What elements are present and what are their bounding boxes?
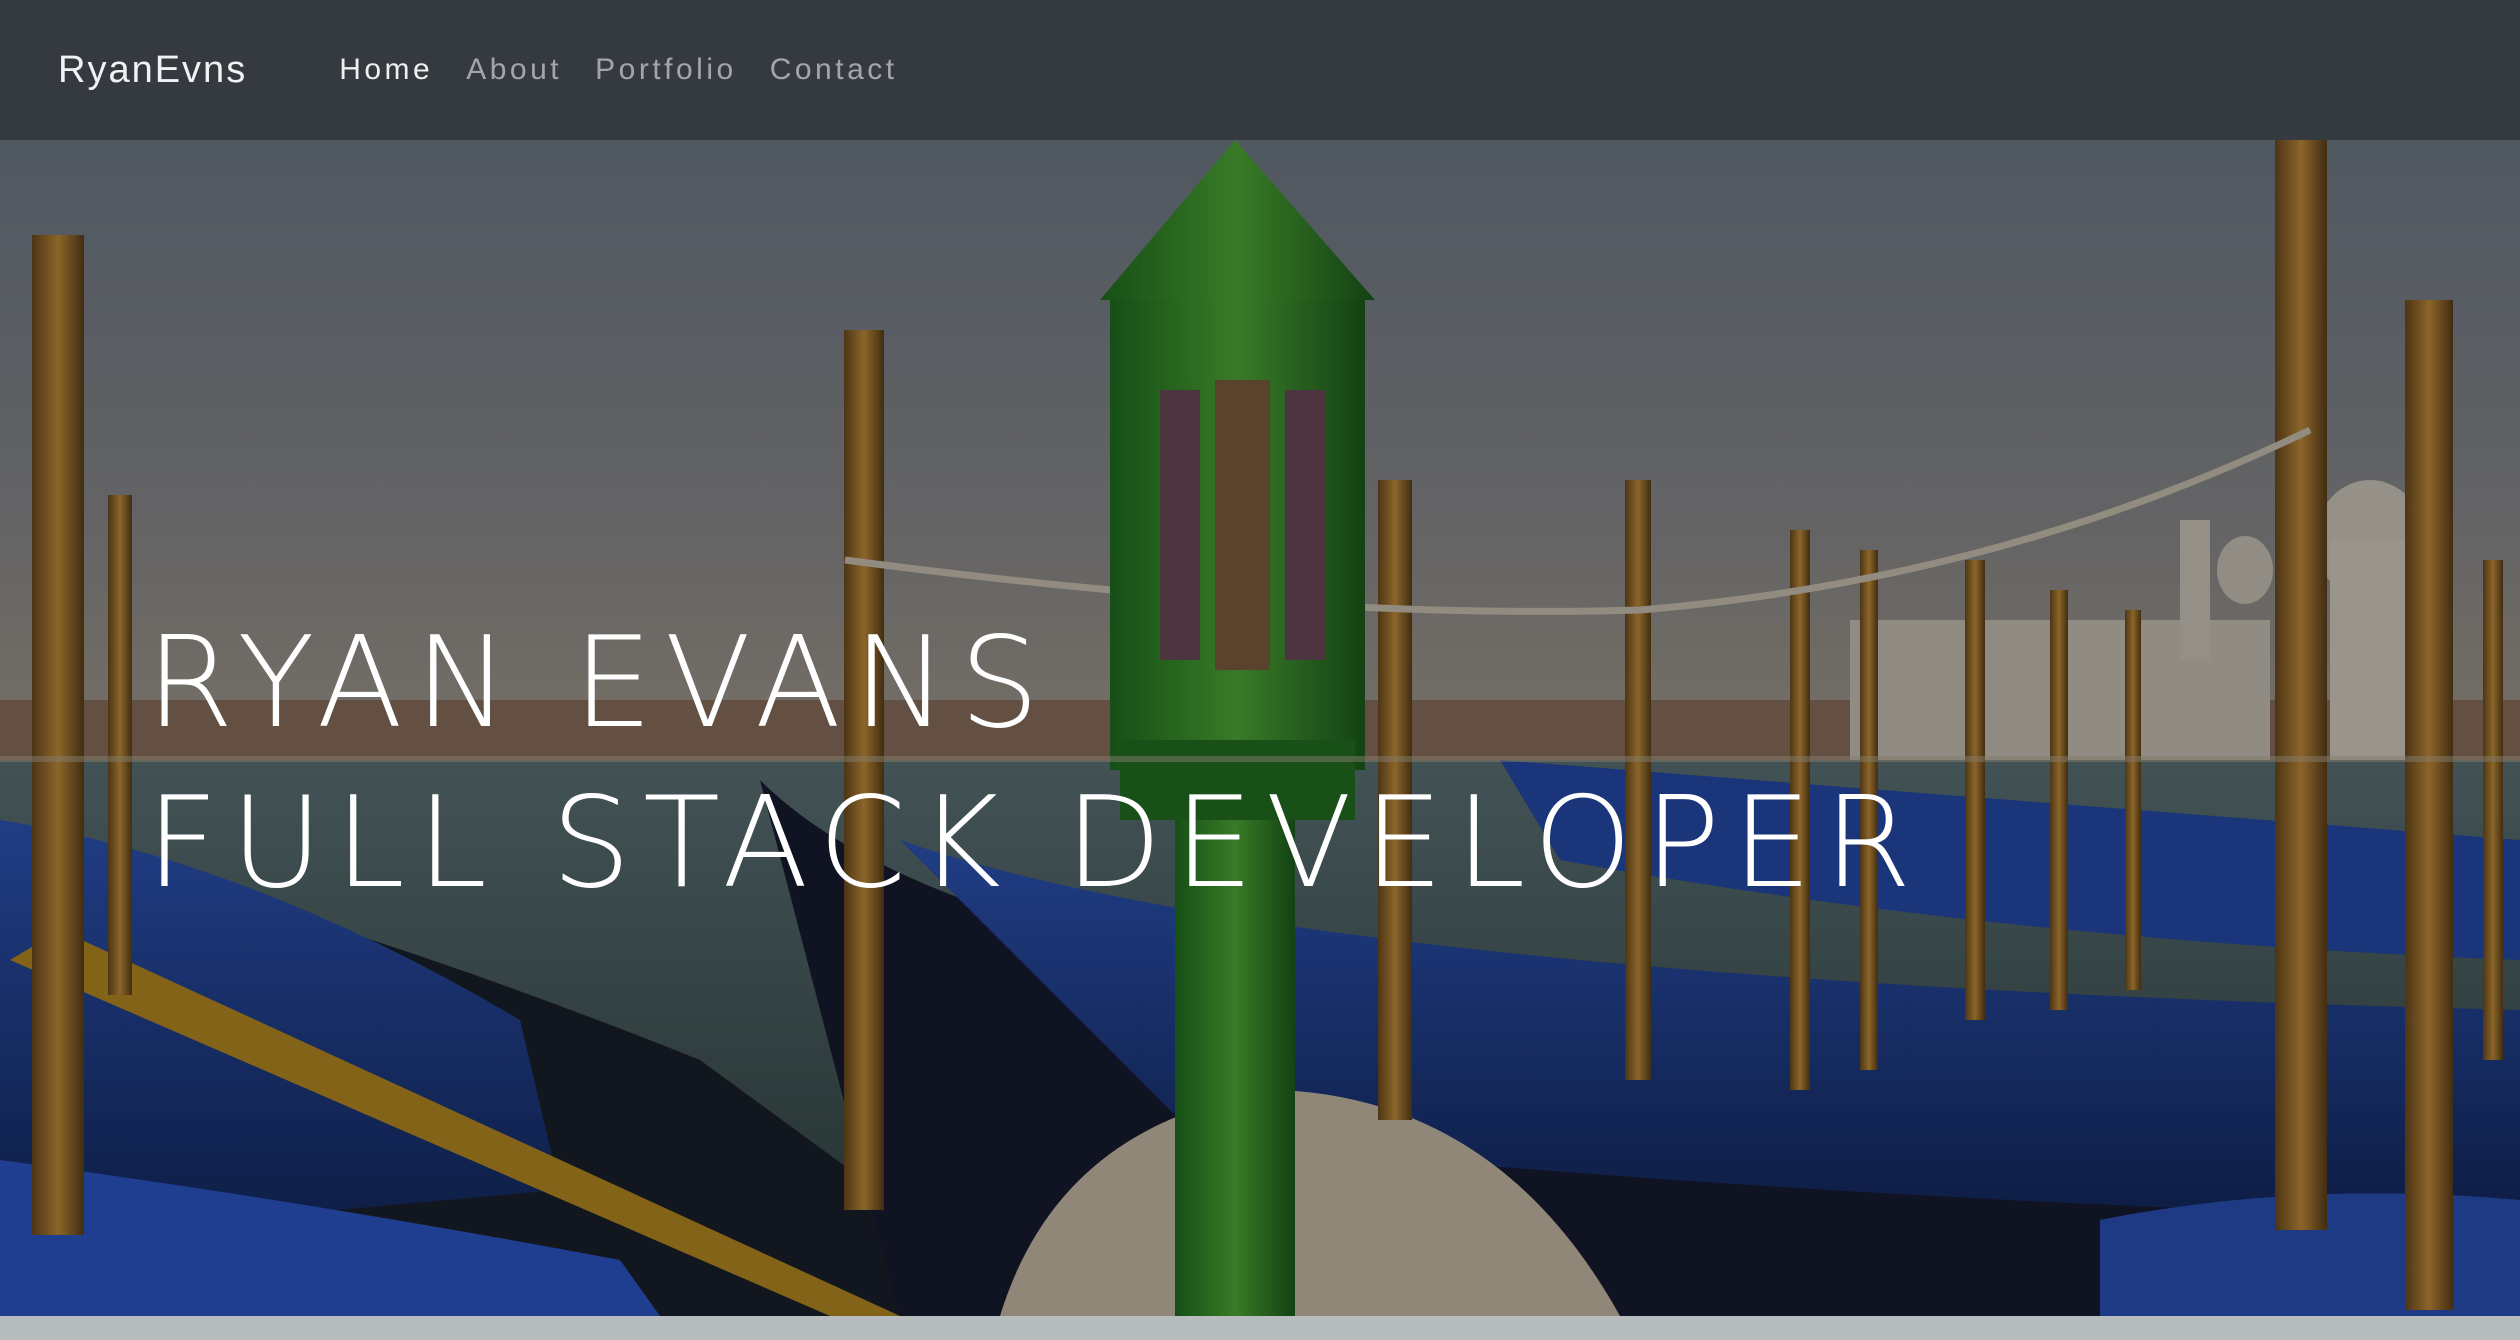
navbar: RyanEvns Home About Portfolio Contact xyxy=(0,0,2520,140)
nav-link-portfolio[interactable]: Portfolio xyxy=(595,53,737,87)
nav-links: Home About Portfolio Contact xyxy=(339,53,930,87)
hero-section: RYAN EVANS FULL STACK DEVELOPER xyxy=(0,140,2520,1316)
nav-link-about[interactable]: About xyxy=(466,53,562,87)
page-bottom-strip xyxy=(0,1316,2520,1340)
brand-link[interactable]: RyanEvns xyxy=(58,49,247,92)
hero-title-name: RYAN EVANS xyxy=(146,609,1052,756)
hero-title-role: FULL STACK DEVELOPER xyxy=(146,769,1924,916)
nav-link-home[interactable]: Home xyxy=(339,53,433,87)
nav-link-contact[interactable]: Contact xyxy=(770,53,898,87)
